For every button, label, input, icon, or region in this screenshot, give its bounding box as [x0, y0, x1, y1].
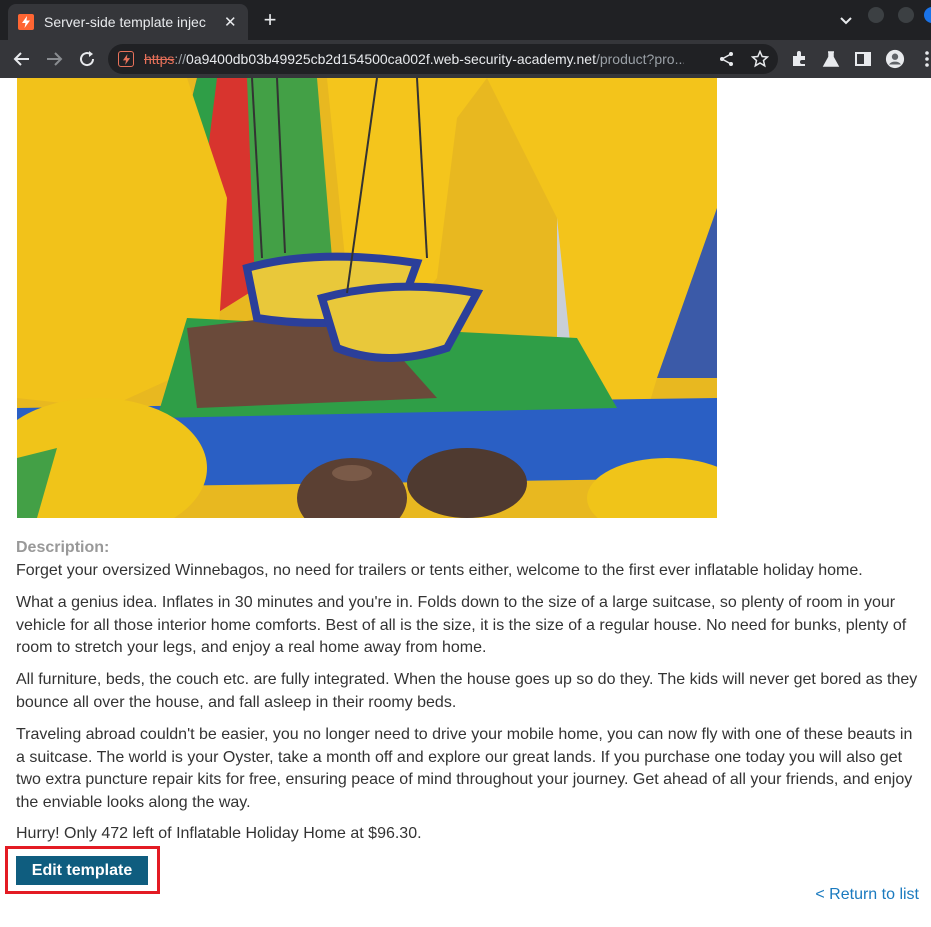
- window-minimize-button[interactable]: [868, 7, 884, 23]
- product-image: [17, 78, 717, 518]
- url-text: https://0a9400db03b49925cb2d154500ca002f…: [144, 51, 684, 67]
- star-icon[interactable]: [750, 49, 770, 68]
- labs-flask-icon[interactable]: [821, 49, 841, 69]
- window-maximize-button[interactable]: [898, 7, 914, 23]
- forward-arrow-icon[interactable]: [43, 48, 65, 70]
- menu-icon[interactable]: [917, 49, 931, 69]
- stock-message: Hurry! Only 472 left of Inflatable Holid…: [16, 825, 422, 842]
- tab-strip: Server-side template injec ✕ +: [0, 0, 931, 40]
- description-paragraph: All furniture, beds, the couch etc. are …: [16, 671, 918, 711]
- browser-tab[interactable]: Server-side template injec ✕: [8, 4, 248, 40]
- tab-title: Server-side template injec: [44, 14, 206, 30]
- return-to-list-link[interactable]: < Return to list: [815, 886, 919, 904]
- not-secure-icon[interactable]: [118, 51, 134, 67]
- description-paragraph: Forget your oversized Winnebagos, no nee…: [16, 562, 863, 579]
- profile-avatar-icon[interactable]: [885, 49, 905, 69]
- description-label: Description:: [16, 539, 110, 556]
- description-paragraph: What a genius idea. Inflates in 30 minut…: [16, 594, 907, 656]
- browser-toolbar: https://0a9400db03b49925cb2d154500ca002f…: [0, 40, 931, 78]
- description-paragraph: Traveling abroad couldn't be easier, you…: [16, 726, 913, 811]
- lab-favicon: [18, 14, 34, 30]
- close-icon[interactable]: ✕: [223, 13, 239, 31]
- side-panel-icon[interactable]: [853, 49, 873, 69]
- window-close-button[interactable]: [924, 7, 931, 23]
- share-icon[interactable]: [718, 50, 736, 68]
- back-arrow-icon[interactable]: [11, 48, 33, 70]
- new-tab-icon[interactable]: +: [260, 9, 280, 31]
- tab-search-icon[interactable]: [836, 10, 856, 30]
- reload-icon[interactable]: [76, 48, 98, 70]
- edit-template-button[interactable]: Edit template: [16, 856, 148, 885]
- extensions-icon[interactable]: [789, 49, 809, 69]
- address-bar[interactable]: https://0a9400db03b49925cb2d154500ca002f…: [108, 44, 778, 74]
